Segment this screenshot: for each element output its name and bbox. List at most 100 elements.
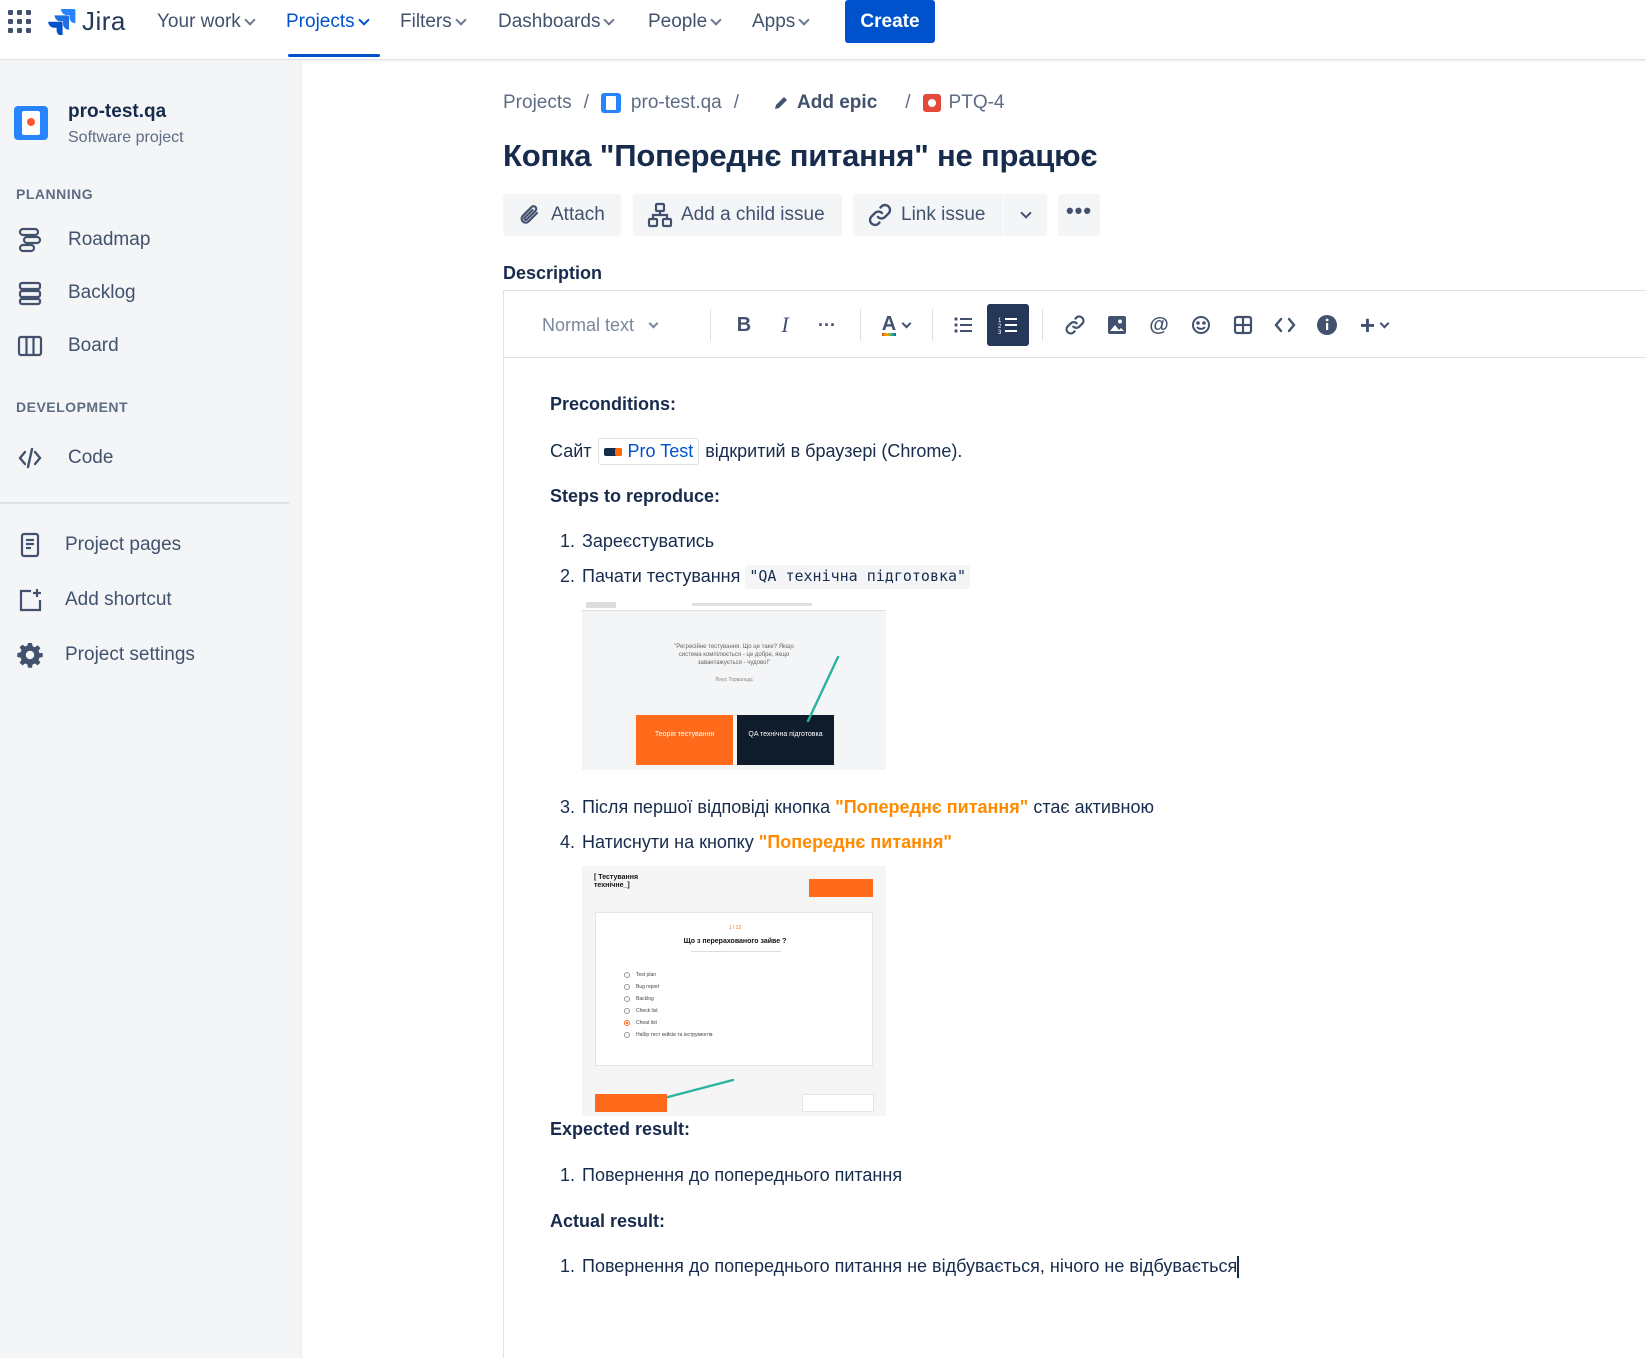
step-4-prefix: Натиснути на кнопку xyxy=(582,832,754,852)
sidebar-item-label: Code xyxy=(68,447,114,468)
image-icon[interactable] xyxy=(1099,304,1135,346)
project-sidebar: pro-test.qa Software project PLANNING Ro… xyxy=(0,61,302,1358)
text-style-dropdown[interactable]: Normal text xyxy=(542,304,682,346)
active-nav-indicator xyxy=(288,54,380,57)
sidebar-item-label: Add shortcut xyxy=(65,589,172,610)
add-epic-label: Add epic xyxy=(797,92,878,113)
step-3-suffix: стає активною xyxy=(1033,797,1154,817)
code-icon xyxy=(16,444,44,472)
description-editor[interactable]: Normal text B I ··· A 123 @ + Preconditi… xyxy=(503,290,1646,1358)
preconditions-paragraph: Сайт Pro Test відкритий в браузері (Chro… xyxy=(550,438,962,466)
nav-label: People xyxy=(648,11,708,32)
sidebar-item-label: Backlog xyxy=(68,282,136,303)
sidebar-item-project-pages[interactable]: Project pages xyxy=(16,525,286,565)
nav-label: Filters xyxy=(400,11,452,32)
nav-projects[interactable]: Projects xyxy=(286,0,370,44)
create-button[interactable]: Create xyxy=(845,0,935,43)
pro-test-link: Pro Test xyxy=(627,441,694,461)
sidebar-item-label: Project settings xyxy=(65,644,195,665)
issue-title[interactable]: Копка "Попереднє питання" не працює xyxy=(503,138,1098,174)
link-icon[interactable] xyxy=(1057,304,1093,346)
jira-logo[interactable]: Jira xyxy=(48,4,126,38)
nav-people[interactable]: People xyxy=(648,0,722,44)
text-style-label: Normal text xyxy=(542,314,635,335)
breadcrumb-add-epic[interactable]: Add epic xyxy=(773,92,877,114)
link-issue-button[interactable]: Link issue xyxy=(853,194,1003,236)
attach-label: Attach xyxy=(551,204,605,225)
link-icon xyxy=(867,202,893,228)
breadcrumb-project[interactable]: pro-test.qa xyxy=(631,92,722,114)
logo-text: Jira xyxy=(82,5,126,36)
editor-toolbar: Normal text B I ··· A 123 @ + xyxy=(504,291,1646,358)
breadcrumb-separator: / xyxy=(733,92,740,113)
jira-logo-icon xyxy=(48,9,76,35)
app-switcher-icon[interactable] xyxy=(8,10,32,34)
sidebar-item-backlog[interactable]: Backlog xyxy=(16,273,286,313)
more-actions-button[interactable]: ••• xyxy=(1058,194,1100,236)
preconditions-heading: Preconditions: xyxy=(550,394,677,414)
nav-label: Your work xyxy=(157,11,241,32)
italic-icon[interactable]: I xyxy=(767,304,803,346)
screenshot-test-selection[interactable]: "Регресійне тестування. Що це таке? Якщо… xyxy=(582,599,886,770)
screenshot-arrow xyxy=(806,655,840,723)
more-icon: ••• xyxy=(1065,198,1093,223)
description-label: Description xyxy=(503,263,603,283)
more-formatting-icon[interactable]: ··· xyxy=(809,304,845,346)
numbered-list-icon[interactable]: 123 xyxy=(987,304,1029,346)
nav-label: Dashboards xyxy=(498,11,601,32)
page-icon xyxy=(16,531,44,559)
list-item: 1. Повернення до попереднього питання xyxy=(560,1164,902,1187)
link-issue-dropdown[interactable] xyxy=(1004,194,1047,236)
breadcrumb-issue-key[interactable]: PTQ-4 xyxy=(949,92,1005,114)
chevron-down-icon xyxy=(648,318,659,328)
code-block-icon[interactable] xyxy=(1267,304,1303,346)
preconditions-prefix: Сайт xyxy=(550,441,592,461)
sidebar-item-board[interactable]: Board xyxy=(16,326,286,366)
hierarchy-icon xyxy=(647,202,673,228)
insert-more-icon[interactable]: + xyxy=(1352,304,1396,346)
bullet-list-icon[interactable] xyxy=(945,304,981,346)
svg-text:3: 3 xyxy=(998,330,1002,334)
nav-apps[interactable]: Apps xyxy=(752,0,810,44)
chevron-down-icon xyxy=(244,13,256,26)
add-shortcut-icon xyxy=(16,586,44,614)
screenshot-question[interactable]: [ Тестування технічне_] 1 / 12 Що з пере… xyxy=(582,866,886,1116)
text-cursor xyxy=(1237,1255,1240,1278)
mention-icon[interactable]: @ xyxy=(1141,304,1177,346)
toolbar-divider xyxy=(932,309,933,341)
inline-code: "QA технічна підготовка" xyxy=(745,565,971,589)
add-child-issue-button[interactable]: Add a child issue xyxy=(633,194,842,236)
emoji-icon[interactable] xyxy=(1183,304,1219,346)
sidebar-item-roadmap[interactable]: Roadmap xyxy=(16,220,286,260)
chevron-down-icon xyxy=(455,13,467,26)
sidebar-item-code[interactable]: Code xyxy=(16,438,286,478)
text-color-icon[interactable]: A xyxy=(874,304,918,346)
nav-dashboards[interactable]: Dashboards xyxy=(498,0,616,44)
breadcrumb-projects[interactable]: Projects xyxy=(503,92,572,114)
project-name[interactable]: pro-test.qa xyxy=(68,101,166,123)
nav-your-work[interactable]: Your work xyxy=(157,0,256,44)
pro-test-link-card[interactable]: Pro Test xyxy=(597,438,700,466)
table-icon[interactable] xyxy=(1225,304,1261,346)
chevron-down-icon xyxy=(798,13,810,26)
sidebar-item-add-shortcut[interactable]: Add shortcut xyxy=(16,580,286,620)
nav-filters[interactable]: Filters xyxy=(400,0,467,44)
nav-label: Apps xyxy=(752,11,796,32)
toolbar-divider xyxy=(1042,309,1043,341)
add-child-label: Add a child issue xyxy=(681,204,825,225)
project-avatar-icon xyxy=(600,93,621,113)
sidebar-item-label: Project pages xyxy=(65,534,182,555)
sidebar-divider xyxy=(0,502,289,504)
screenshot-arrow xyxy=(666,1078,735,1099)
info-panel-icon[interactable] xyxy=(1309,304,1345,346)
link-issue-label: Link issue xyxy=(901,204,986,225)
list-item: 1. Повернення до попереднього питання не … xyxy=(560,1255,1240,1278)
attach-button[interactable]: Attach xyxy=(503,194,621,236)
chevron-down-icon xyxy=(710,13,722,26)
list-item: 1. Зареєстуватись xyxy=(560,530,714,553)
list-item: 3. Після першої відповіді кнопка "Попере… xyxy=(560,796,1154,819)
bold-icon[interactable]: B xyxy=(726,304,762,346)
sidebar-item-project-settings[interactable]: Project settings xyxy=(16,635,286,675)
step-4-highlight: "Попереднє питання" xyxy=(758,832,952,852)
sidebar-item-label: Board xyxy=(68,335,119,356)
